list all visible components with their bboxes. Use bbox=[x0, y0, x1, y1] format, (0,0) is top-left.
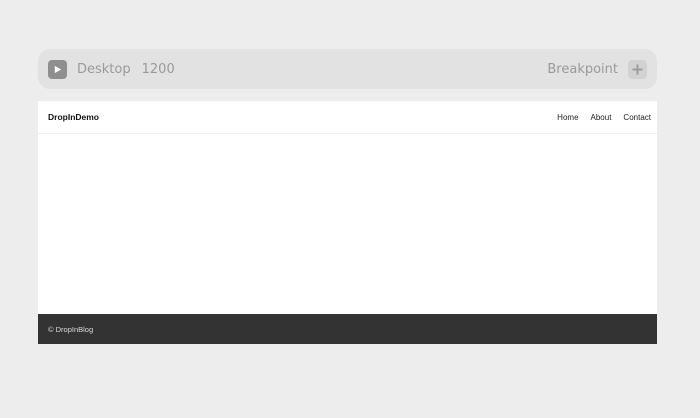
site-nav: Home About Contact bbox=[557, 113, 651, 122]
site-preview-frame: DropInDemo Home About Contact © DropInBl… bbox=[38, 101, 657, 344]
play-icon bbox=[54, 65, 62, 73]
site-footer: © DropInBlog bbox=[38, 314, 657, 344]
nav-link-home[interactable]: Home bbox=[557, 113, 578, 122]
add-breakpoint-button[interactable] bbox=[628, 59, 647, 79]
site-main-content bbox=[38, 134, 657, 314]
nav-link-contact[interactable]: Contact bbox=[623, 113, 651, 122]
breakpoint-toolbar: Desktop 1200 Breakpoint bbox=[38, 49, 657, 89]
preview-play-button[interactable] bbox=[48, 59, 67, 79]
site-brand[interactable]: DropInDemo bbox=[48, 112, 99, 122]
plus-icon bbox=[632, 63, 643, 75]
viewport-width[interactable]: 1200 bbox=[142, 62, 175, 77]
site-header: DropInDemo Home About Contact bbox=[38, 101, 657, 134]
footer-copyright: © DropInBlog bbox=[48, 324, 94, 334]
device-label: Desktop bbox=[77, 61, 131, 77]
breakpoint-label: Breakpoint bbox=[547, 61, 618, 77]
nav-link-about[interactable]: About bbox=[591, 113, 612, 122]
